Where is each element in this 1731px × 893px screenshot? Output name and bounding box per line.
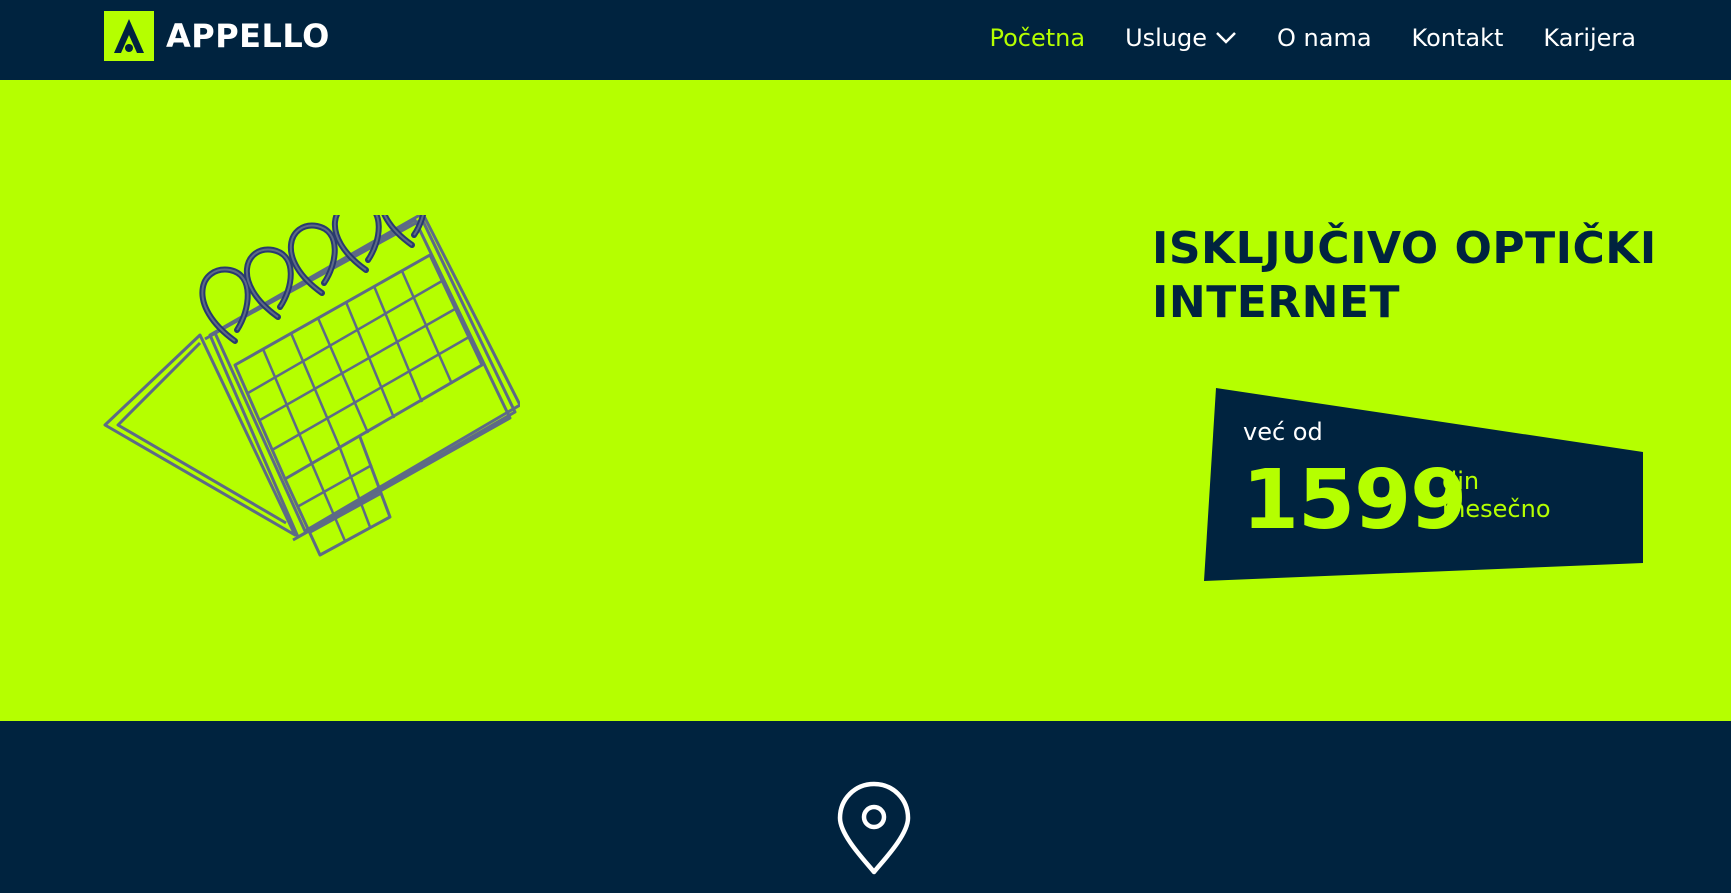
price-period: mesečno [1442,495,1551,523]
brand-logo[interactable]: APPELLO [104,11,330,61]
price-value: 1599 [1242,453,1467,548]
nav-item-o-nama[interactable]: O nama [1277,24,1372,52]
map-pin-icon [836,780,912,876]
logo-mark-icon [104,11,154,61]
hero-headline: ISKLJUČIVO OPTIČKI INTERNET [1152,222,1672,330]
nav-item-karijera[interactable]: Karijera [1543,24,1636,52]
logo-text: APPELLO [166,17,330,55]
hero-headline-line1: ISKLJUČIVO OPTIČKI [1152,223,1657,274]
main-menu: Početna Usluge O nama Kontakt Karijera [989,18,1636,58]
price-unit: din mesečno [1442,467,1551,523]
nav-item-label: Usluge [1125,24,1208,52]
price-badge: već od 1599 din mesečno [1204,388,1643,581]
calendar-icon [100,174,522,575]
chevron-down-icon [1216,32,1236,44]
hero-headline-line2: INTERNET [1152,277,1401,328]
top-navigation: APPELLO Početna Usluge O nama Kontakt Ka… [0,0,1731,80]
nav-item-label: Karijera [1543,24,1636,52]
hero-banner: ISKLJUČIVO OPTIČKI INTERNET već od 1599 … [0,80,1731,721]
nav-item-pocetna[interactable]: Početna [989,24,1085,52]
price-from-label: već od [1243,418,1323,446]
nav-item-label: Kontakt [1411,24,1504,52]
price-currency: din [1442,467,1480,495]
nav-item-label: O nama [1277,24,1372,52]
nav-item-kontakt[interactable]: Kontakt [1412,24,1504,52]
nav-item-label: Početna [989,24,1086,52]
nav-item-usluge[interactable]: Usluge [1125,24,1237,52]
